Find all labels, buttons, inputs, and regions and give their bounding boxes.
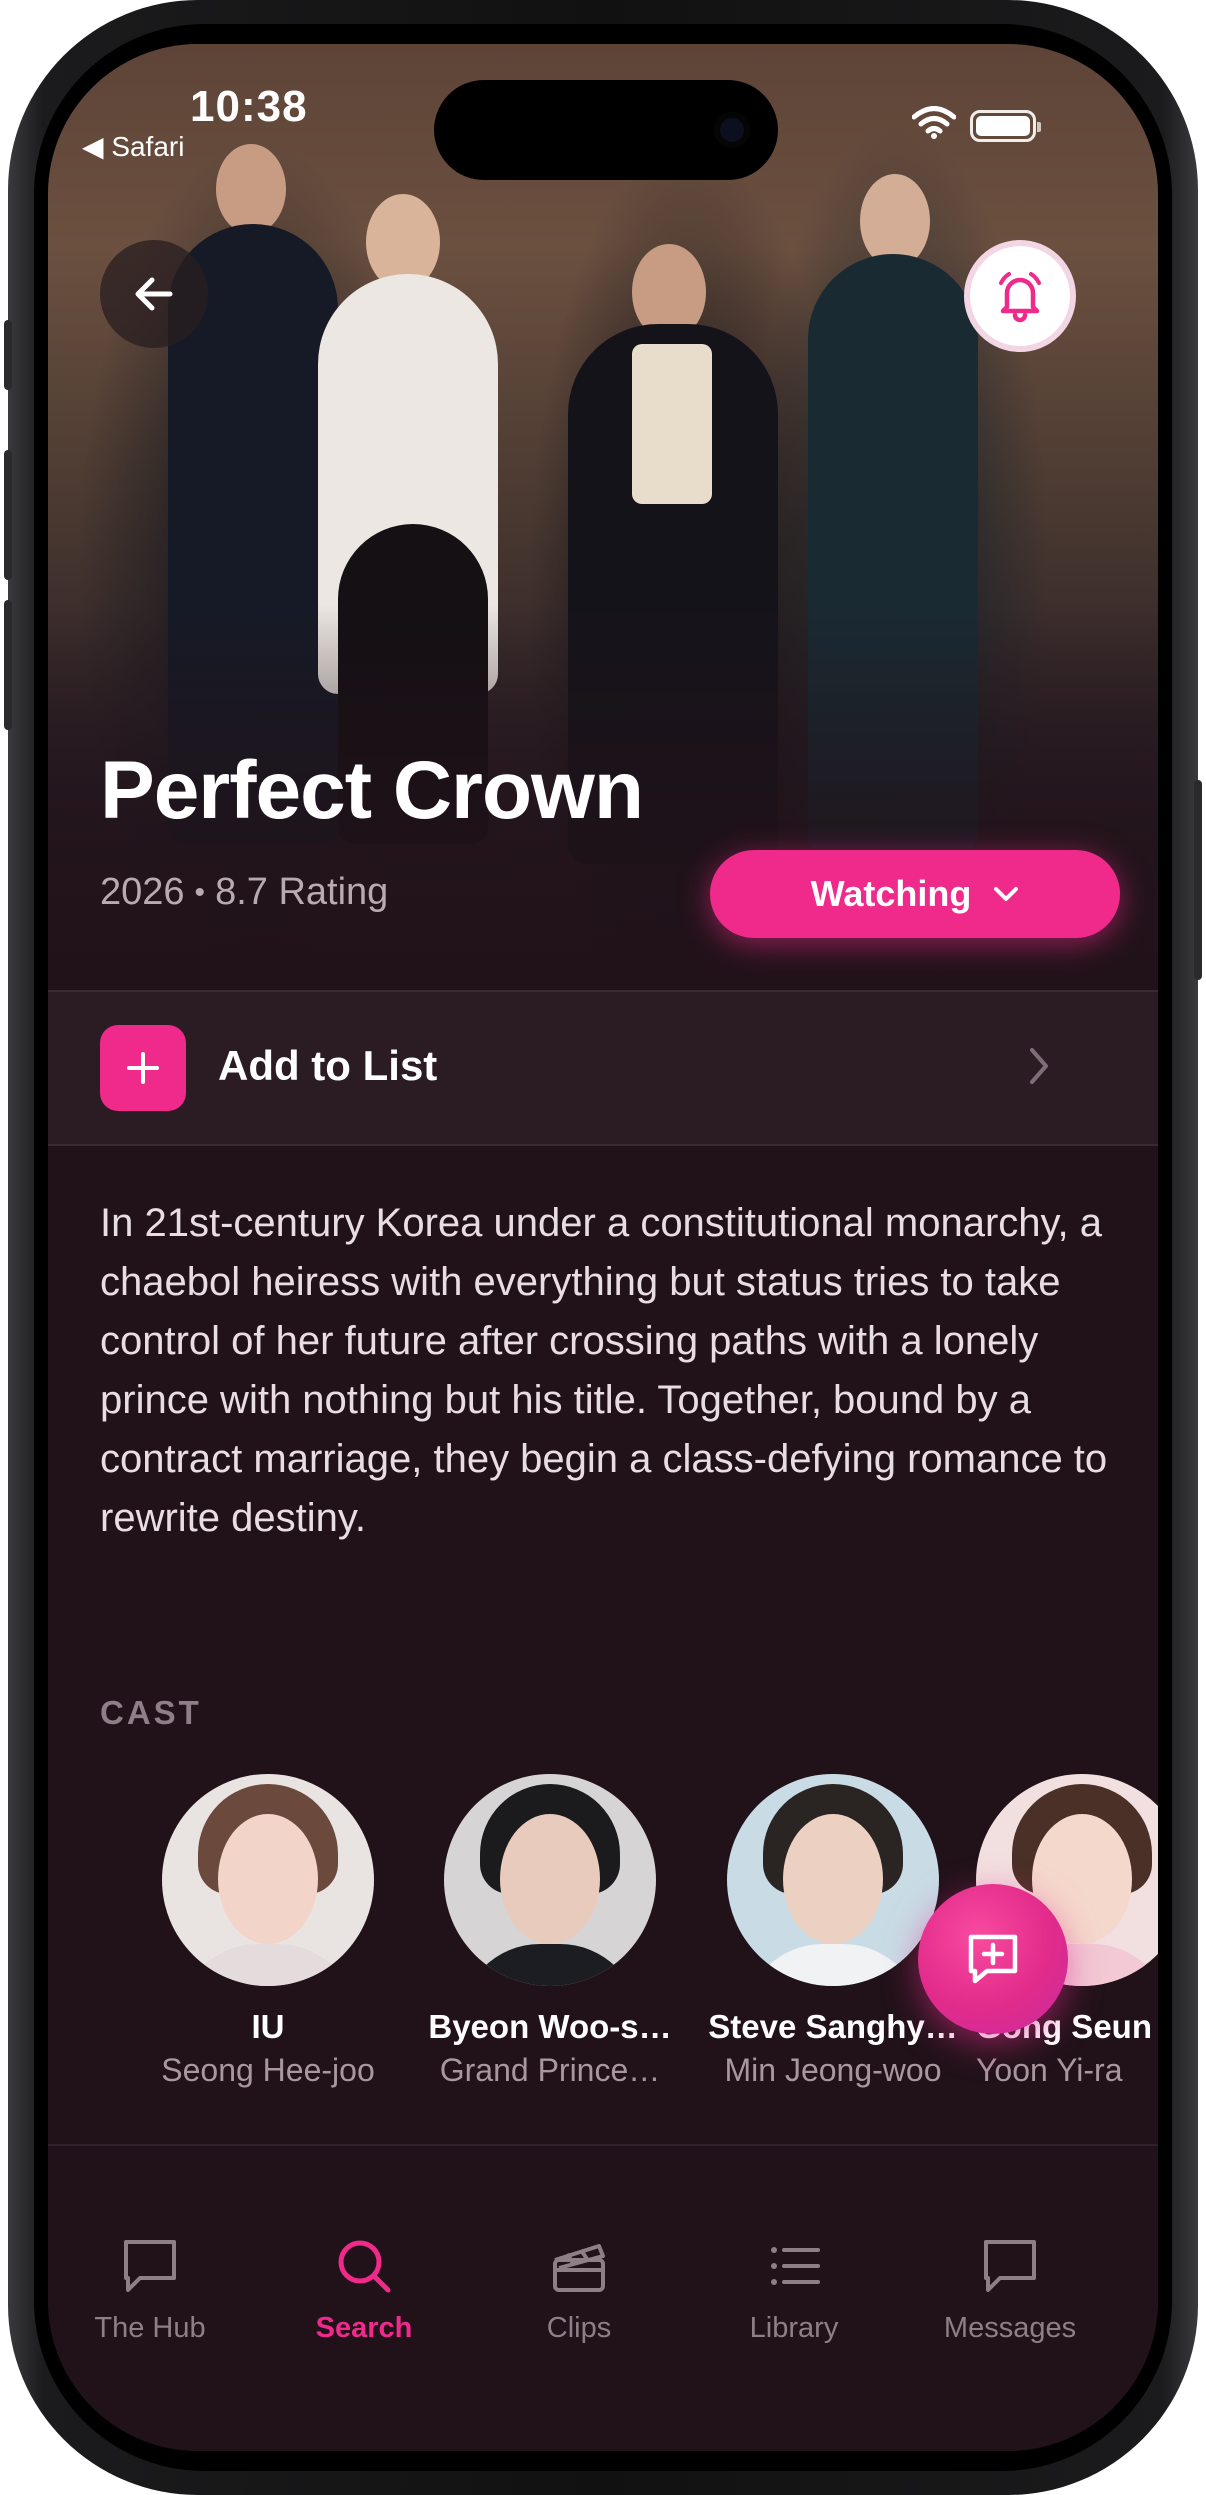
divider: [48, 1144, 1158, 1146]
tab-clips[interactable]: Clips: [489, 2226, 669, 2345]
back-button[interactable]: [100, 240, 208, 348]
show-rating: 8.7 Rating: [215, 871, 389, 913]
tab-bar: The Hub Search Clips Library Messages: [48, 2144, 1158, 2451]
volume-down-button: [4, 600, 12, 730]
bell-icon: [999, 272, 1041, 323]
action-button: [4, 320, 12, 390]
cast-name: Byeon Woo-s…: [428, 2008, 672, 2045]
tab-search[interactable]: Search: [274, 2226, 454, 2345]
add-to-list-label: Add to List: [218, 1042, 438, 1089]
cast-name: Steve Sanghy…: [708, 2008, 958, 2045]
watch-status-dropdown[interactable]: Watching: [710, 850, 1120, 938]
tab-the-hub[interactable]: The Hub: [60, 2226, 240, 2345]
tab-label: The Hub: [94, 2312, 206, 2344]
cast-role: Min Jeong-woo: [724, 2052, 942, 2088]
watch-status-label: Watching: [810, 873, 972, 914]
tab-label: Clips: [546, 2312, 612, 2344]
add-to-list-row[interactable]: Add to List: [48, 992, 1158, 1144]
message-plus-icon: [968, 1934, 1018, 1984]
clapperboard-icon: [553, 2244, 605, 2292]
cast-name: IU: [251, 2008, 285, 2045]
chevron-down-icon: [994, 887, 1019, 901]
cast-role: Grand Prince…: [439, 2052, 661, 2088]
chat-bubble-icon: [124, 2240, 176, 2292]
chevron-right-icon: [1030, 1048, 1048, 1084]
volume-up-button: [4, 450, 12, 580]
cast-avatar: [162, 1774, 374, 1986]
tab-messages[interactable]: Messages: [920, 2226, 1100, 2345]
tab-label: Search: [315, 2312, 413, 2344]
cast-section-label: CAST: [100, 1694, 202, 1731]
new-post-button[interactable]: [918, 1884, 1068, 2034]
cast-avatar: [444, 1774, 656, 1986]
show-description: In 21st-century Korea under a constituti…: [100, 1201, 1108, 1540]
cast-member[interactable]: Byeon Woo-s… Grand Prince…: [410, 1774, 690, 2089]
power-button: [1194, 780, 1202, 980]
plus-icon: [100, 1025, 186, 1111]
dynamic-island: [434, 80, 778, 180]
status-time: 10:38: [190, 82, 308, 131]
back-to-safari-link[interactable]: ◀ Safari: [82, 130, 184, 163]
tab-library[interactable]: Library: [704, 2226, 884, 2345]
tab-label: Messages: [943, 2312, 1077, 2344]
wifi-icon: [912, 106, 956, 139]
tab-label: Library: [749, 2312, 839, 2344]
cast-role: Yoon Yi-ra: [976, 2052, 1123, 2088]
show-meta: 2026 • 8.7 Rating: [100, 871, 388, 914]
show-title: Perfect Crown: [100, 745, 644, 836]
battery-icon: [970, 110, 1041, 142]
meta-separator: •: [194, 875, 206, 909]
list-icon: [771, 2247, 820, 2285]
cast-member[interactable]: IU Seong Hee-joo: [128, 1774, 408, 2089]
screen: 10:38 ◀ Safari Perfect Crown 2026 • 8.7 …: [48, 44, 1158, 2451]
notify-button[interactable]: [964, 240, 1076, 352]
message-icon: [984, 2240, 1036, 2292]
show-year: 2026: [100, 871, 185, 913]
camera-icon: [714, 112, 750, 148]
cast-avatar: [727, 1774, 939, 1986]
arrow-left-icon: [135, 277, 173, 311]
cast-role: Seong Hee-joo: [161, 2052, 375, 2088]
search-icon: [338, 2240, 391, 2293]
